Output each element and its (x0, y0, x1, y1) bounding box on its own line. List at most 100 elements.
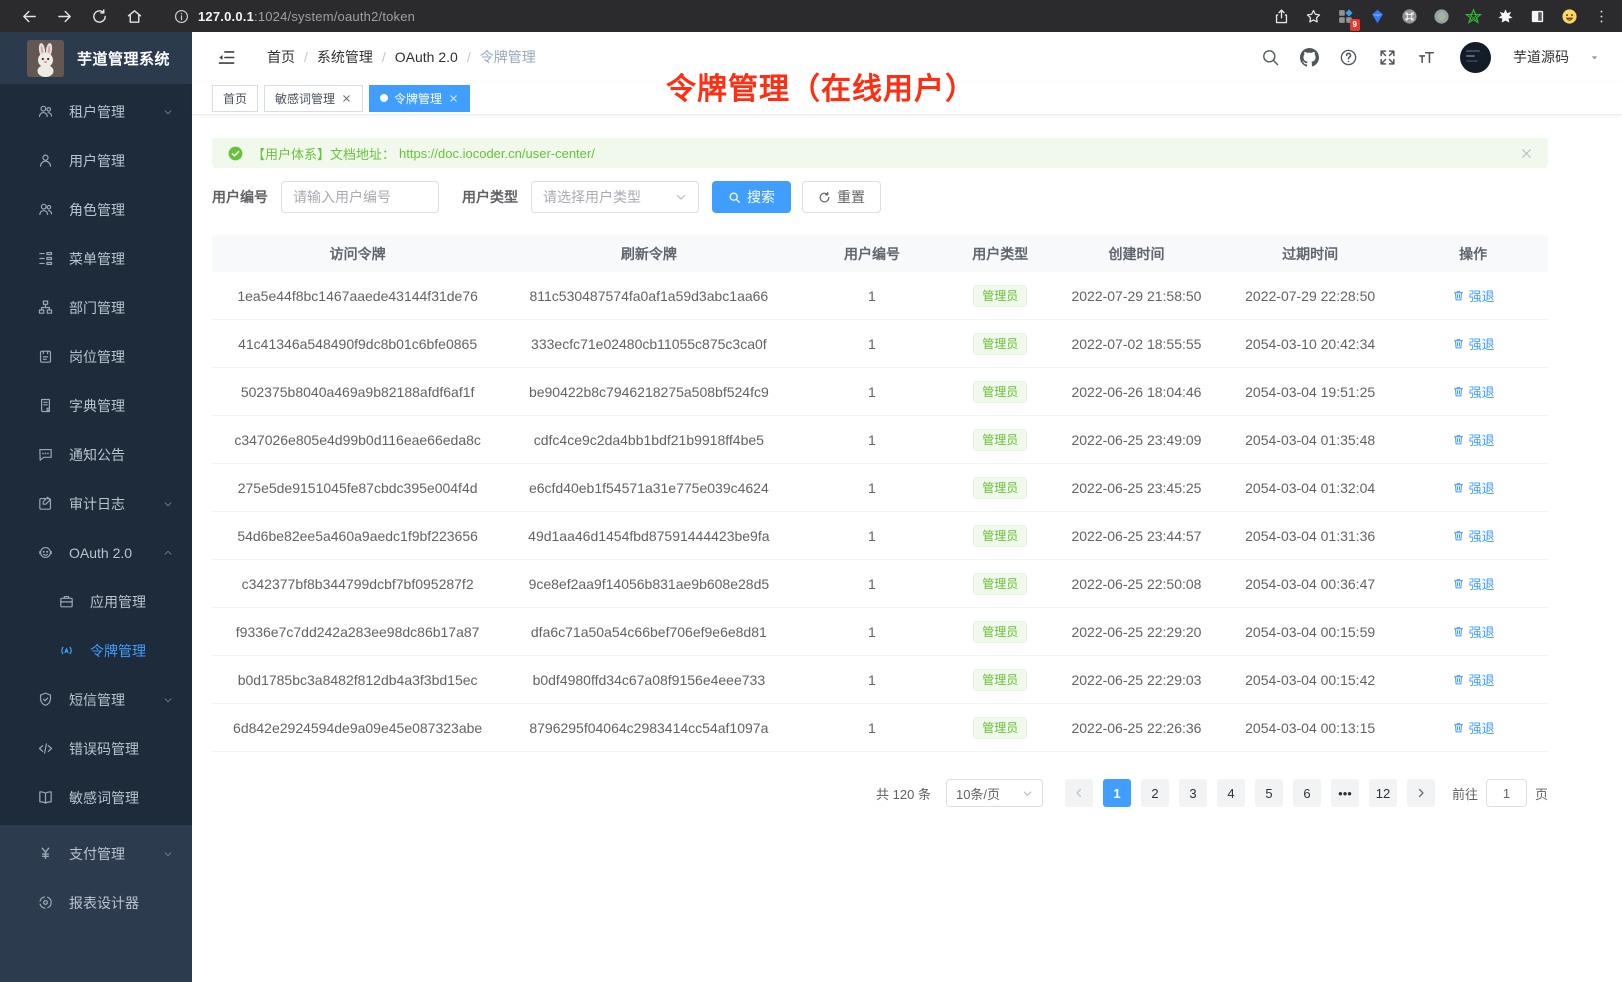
url-host: 127.0.0.1 (198, 9, 254, 24)
sidebar-item-post[interactable]: 岗位管理 (0, 332, 192, 381)
sidebar-item-dict[interactable]: 字典管理 (0, 381, 192, 430)
user-type-badge: 管理员 (973, 333, 1027, 355)
force-logout-button[interactable]: 强退 (1452, 430, 1495, 449)
reload-icon[interactable] (91, 8, 108, 25)
sidebar-item-oauth2-token[interactable]: 令牌管理 (0, 626, 192, 675)
force-logout-button[interactable]: 强退 (1452, 478, 1495, 497)
breadcrumb-item[interactable]: 首页 (267, 47, 295, 67)
close-icon[interactable] (1520, 147, 1533, 160)
gem-icon[interactable] (1369, 8, 1386, 25)
trash-icon (1452, 337, 1465, 350)
user-type-badge: 管理员 (973, 669, 1027, 691)
fullscreen-icon[interactable] (1378, 48, 1397, 67)
force-logout-button[interactable]: 强退 (1452, 718, 1495, 737)
chevron-down-icon[interactable] (1589, 52, 1600, 63)
access-token-cell: 41c41346a548490f9dc8b01c6bfe0865 (212, 336, 503, 352)
home-icon[interactable] (126, 8, 143, 25)
sidebar-item-menu[interactable]: 菜单管理 (0, 234, 192, 283)
force-logout-button[interactable]: 强退 (1452, 574, 1495, 593)
flower-icon[interactable] (1497, 8, 1514, 25)
bookmark-star-icon[interactable] (1305, 8, 1322, 25)
expire-time-cell: 2054-03-04 00:15:59 (1222, 624, 1398, 640)
search-icon[interactable] (1261, 48, 1280, 67)
doc-alert: 【用户体系】文档地址： https://doc.iocoder.cn/user-… (212, 138, 1548, 168)
prev-page-button[interactable] (1065, 779, 1093, 807)
help-icon[interactable] (1339, 48, 1358, 67)
sidebar-item-report[interactable]: 报表设计器 (0, 878, 192, 927)
user-type-select[interactable]: 请选择用户类型 (531, 181, 699, 213)
breadcrumb-item[interactable]: OAuth 2.0 (395, 49, 458, 65)
font-size-icon[interactable] (1417, 48, 1436, 67)
force-logout-button[interactable]: 强退 (1452, 286, 1495, 305)
sidebar-item-audit[interactable]: 审计日志 (0, 479, 192, 528)
page-button-12[interactable]: 12 (1369, 779, 1397, 807)
sidebar-item-label: 支付管理 (69, 844, 125, 864)
force-logout-label: 强退 (1469, 574, 1495, 593)
goto-page-input[interactable] (1486, 779, 1527, 807)
user-id-input[interactable] (281, 181, 439, 213)
create-time-cell: 2022-07-02 18:55:55 (1051, 336, 1222, 352)
breadcrumb-item[interactable]: 系统管理 (317, 47, 373, 67)
tab-token[interactable]: 令牌管理 (369, 85, 470, 112)
force-logout-button[interactable]: 强退 (1452, 670, 1495, 689)
address-bar[interactable]: 127.0.0.1:1024/system/oauth2/token (174, 9, 415, 24)
github-icon[interactable] (1300, 48, 1319, 67)
sidebar-item-dept[interactable]: 部门管理 (0, 283, 192, 332)
sidebar-item-pay[interactable]: 支付管理 (0, 829, 192, 878)
back-icon[interactable] (21, 8, 38, 25)
page-size-select[interactable]: 10条/页 (946, 779, 1043, 807)
app-icon (58, 593, 75, 610)
sidebar-item-sensitive[interactable]: 敏感词管理 (0, 773, 192, 822)
sidebar-item-oauth2[interactable]: OAuth 2.0 (0, 528, 192, 577)
breadcrumb-item[interactable]: 令牌管理 (480, 47, 536, 67)
sidebar-item-role[interactable]: 角色管理 (0, 185, 192, 234)
role-icon (37, 201, 54, 218)
force-logout-button[interactable]: 强退 (1452, 382, 1495, 401)
tab-sensitive[interactable]: 敏感词管理 (264, 85, 363, 112)
user-id-cell: 1 (794, 672, 949, 688)
page-button-2[interactable]: 2 (1141, 779, 1169, 807)
force-logout-button[interactable]: 强退 (1452, 526, 1495, 545)
reset-button[interactable]: 重置 (802, 181, 881, 213)
sidebar-item-label: 错误码管理 (69, 739, 139, 759)
sidebar-item-sms[interactable]: 短信管理 (0, 675, 192, 724)
sidebar-item-oauth2-app[interactable]: 应用管理 (0, 577, 192, 626)
close-icon[interactable] (448, 93, 459, 104)
chevron-down-icon (1022, 788, 1033, 799)
sidebar-item-errcode[interactable]: 错误码管理 (0, 724, 192, 773)
emoji-icon[interactable] (1561, 8, 1578, 25)
page-info-icon[interactable] (174, 9, 189, 24)
record-icon[interactable] (1433, 8, 1450, 25)
share-icon[interactable] (1273, 8, 1290, 25)
tab-home[interactable]: 首页 (212, 85, 258, 112)
star-green-icon[interactable] (1465, 8, 1482, 25)
force-logout-label: 强退 (1469, 286, 1495, 305)
sidebar-item-tenant[interactable]: 租户管理 (0, 87, 192, 136)
avatar[interactable] (1460, 42, 1491, 73)
sidebar-collapse-icon[interactable] (217, 48, 236, 67)
menu-dots-icon[interactable] (1593, 8, 1610, 25)
sidebar-item-user[interactable]: 用户管理 (0, 136, 192, 185)
browser-toolbar: 127.0.0.1:1024/system/oauth2/token 9 (0, 0, 1622, 32)
sidebar-item-notice[interactable]: 通知公告 (0, 430, 192, 479)
next-page-button[interactable] (1407, 779, 1435, 807)
page-button-6[interactable]: 6 (1293, 779, 1321, 807)
command-icon[interactable] (1401, 8, 1418, 25)
close-icon[interactable] (341, 93, 352, 104)
page-button-1[interactable]: 1 (1103, 779, 1131, 807)
doc-link[interactable]: https://doc.iocoder.cn/user-center/ (399, 146, 595, 161)
user-id-cell: 1 (794, 528, 949, 544)
page-button-4[interactable]: 4 (1217, 779, 1245, 807)
forward-icon[interactable] (56, 8, 73, 25)
reader-icon[interactable] (1529, 8, 1546, 25)
user-name[interactable]: 芋道源码 (1513, 47, 1569, 67)
page-ellipsis[interactable]: ••• (1331, 779, 1359, 807)
search-button[interactable]: 搜索 (712, 181, 791, 213)
app-logo[interactable]: 芋道管理系统 (0, 32, 192, 84)
breadcrumb: 首页/系统管理/OAuth 2.0/令牌管理 (267, 47, 536, 67)
force-logout-button[interactable]: 强退 (1452, 622, 1495, 641)
page-button-5[interactable]: 5 (1255, 779, 1283, 807)
page-button-3[interactable]: 3 (1179, 779, 1207, 807)
extensions-icon[interactable]: 9 (1337, 8, 1354, 25)
force-logout-button[interactable]: 强退 (1452, 334, 1495, 353)
